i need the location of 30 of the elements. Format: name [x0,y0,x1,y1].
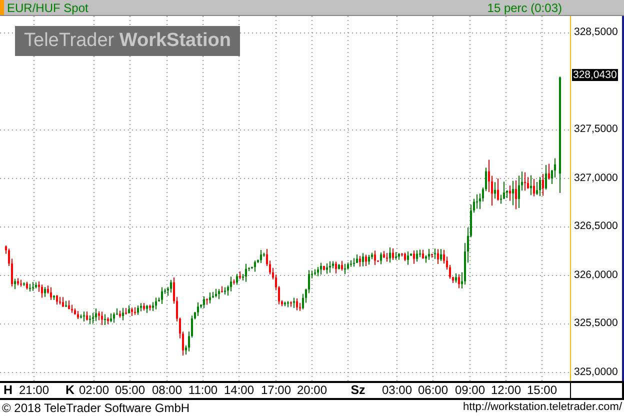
time-label: 15:00 [526,383,558,397]
watermark-logo: TeleTrader WorkStation [15,26,240,56]
price-label: 327,5000 [574,123,618,135]
time-label: 20:00 [296,383,328,397]
last-price-label: 328,0430 [572,69,618,81]
time-label: 09:00 [454,383,486,397]
price-label: 325,0000 [574,366,618,378]
marker-icon [0,0,4,15]
price-label: 327,0000 [574,172,618,184]
time-label: 12:00 [490,383,522,397]
symbol-label: EUR/HUF Spot [7,0,90,14]
time-label: 03:00 [382,383,412,397]
interval-label: 15 perc (0:03) [486,0,562,14]
time-label: 08:00 [152,383,182,397]
time-label: 06:00 [418,383,448,397]
time-label: 11:00 [188,383,218,397]
price-label: 325,5000 [574,317,618,329]
website-link[interactable]: http://workstation.teletrader.com/ [463,401,622,415]
copyright-text: © 2018 TeleTrader Software GmbH [2,401,190,415]
time-label: Sz [350,383,366,397]
time-label: 02:00 [78,383,110,397]
time-label: 21:00 [18,383,50,397]
price-label: 326,0000 [574,268,618,280]
price-label: 326,5000 [574,220,618,232]
time-label: H [3,383,13,397]
price-label: 328,5000 [574,26,618,38]
time-label: 17:00 [260,383,292,397]
time-label: 05:00 [114,383,146,397]
time-label: K [65,383,75,397]
time-label: 14:00 [224,383,254,397]
